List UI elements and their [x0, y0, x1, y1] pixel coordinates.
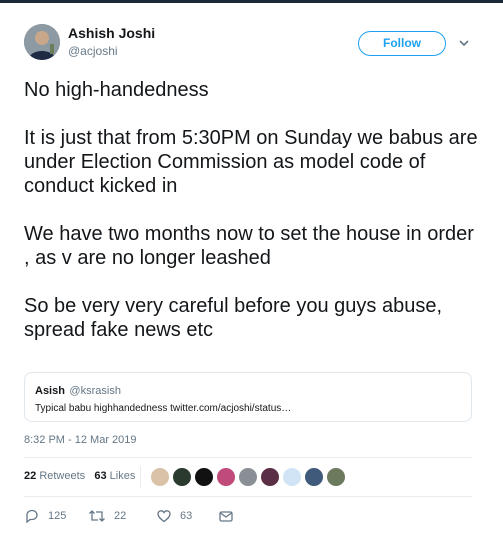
tweet-paragraph: It is just that from 5:30PM on Sunday we…: [24, 127, 478, 197]
quoted-text: Typical babu highhandedness twitter.com/…: [35, 403, 292, 414]
top-bar: [0, 0, 503, 3]
liker-avatar[interactable]: [150, 467, 170, 487]
avatar[interactable]: [24, 24, 60, 60]
divider: [24, 457, 472, 458]
liker-avatar[interactable]: [326, 467, 346, 487]
tweet-text: No high-handedness It is just that from …: [24, 78, 484, 366]
retweet-action-count: 22: [114, 510, 127, 522]
engagement-stats: 22 Retweets 63 Likes: [24, 470, 135, 482]
liker-avatar[interactable]: [238, 467, 258, 487]
chevron-down-icon[interactable]: [457, 36, 471, 50]
reply-count: 125: [48, 510, 67, 522]
like-count: 63: [94, 470, 107, 482]
tweet-paragraph: So be very very careful before you guys …: [24, 295, 443, 341]
liker-avatar[interactable]: [194, 467, 214, 487]
liker-avatar[interactable]: [282, 467, 302, 487]
divider: [140, 466, 141, 488]
liker-avatars: [150, 467, 348, 487]
quoted-header: Asish @ksrasish: [35, 381, 461, 399]
heart-icon: [157, 510, 171, 523]
liker-avatar[interactable]: [172, 467, 192, 487]
retweet-count: 22: [24, 470, 37, 482]
message-button[interactable]: [218, 508, 242, 524]
liker-avatar[interactable]: [216, 467, 236, 487]
quoted-name: Asish: [35, 385, 65, 397]
quoted-tweet[interactable]: Asish @ksrasish Typical babu highhandedn…: [24, 372, 472, 422]
retweets-label: Retweets: [39, 470, 86, 482]
follow-button[interactable]: Follow: [358, 31, 446, 56]
tweet-paragraph: We have two months now to set the house …: [24, 223, 474, 269]
tweet-paragraph: No high-handedness: [24, 79, 209, 101]
retweet-button[interactable]: 22: [88, 508, 126, 524]
reply-button[interactable]: 125: [24, 508, 66, 524]
reply-icon: [26, 509, 38, 524]
author-handle[interactable]: @acjoshi: [68, 44, 118, 58]
like-button[interactable]: 63: [156, 508, 192, 524]
liker-avatar[interactable]: [260, 467, 280, 487]
divider: [24, 496, 472, 497]
tweet-actions: 125 22 63: [24, 508, 324, 528]
like-action-count: 63: [180, 510, 193, 522]
quoted-handle: @ksrasish: [69, 385, 121, 397]
liker-avatar[interactable]: [304, 467, 324, 487]
envelope-icon: [219, 511, 233, 522]
like-count-link[interactable]: 63 Likes: [94, 470, 135, 482]
timestamp[interactable]: 8:32 PM - 12 Mar 2019: [24, 434, 137, 446]
retweet-icon: [89, 510, 105, 522]
likes-label: Likes: [109, 470, 136, 482]
author-name[interactable]: Ashish Joshi: [68, 25, 155, 41]
retweet-count-link[interactable]: 22 Retweets: [24, 470, 85, 482]
